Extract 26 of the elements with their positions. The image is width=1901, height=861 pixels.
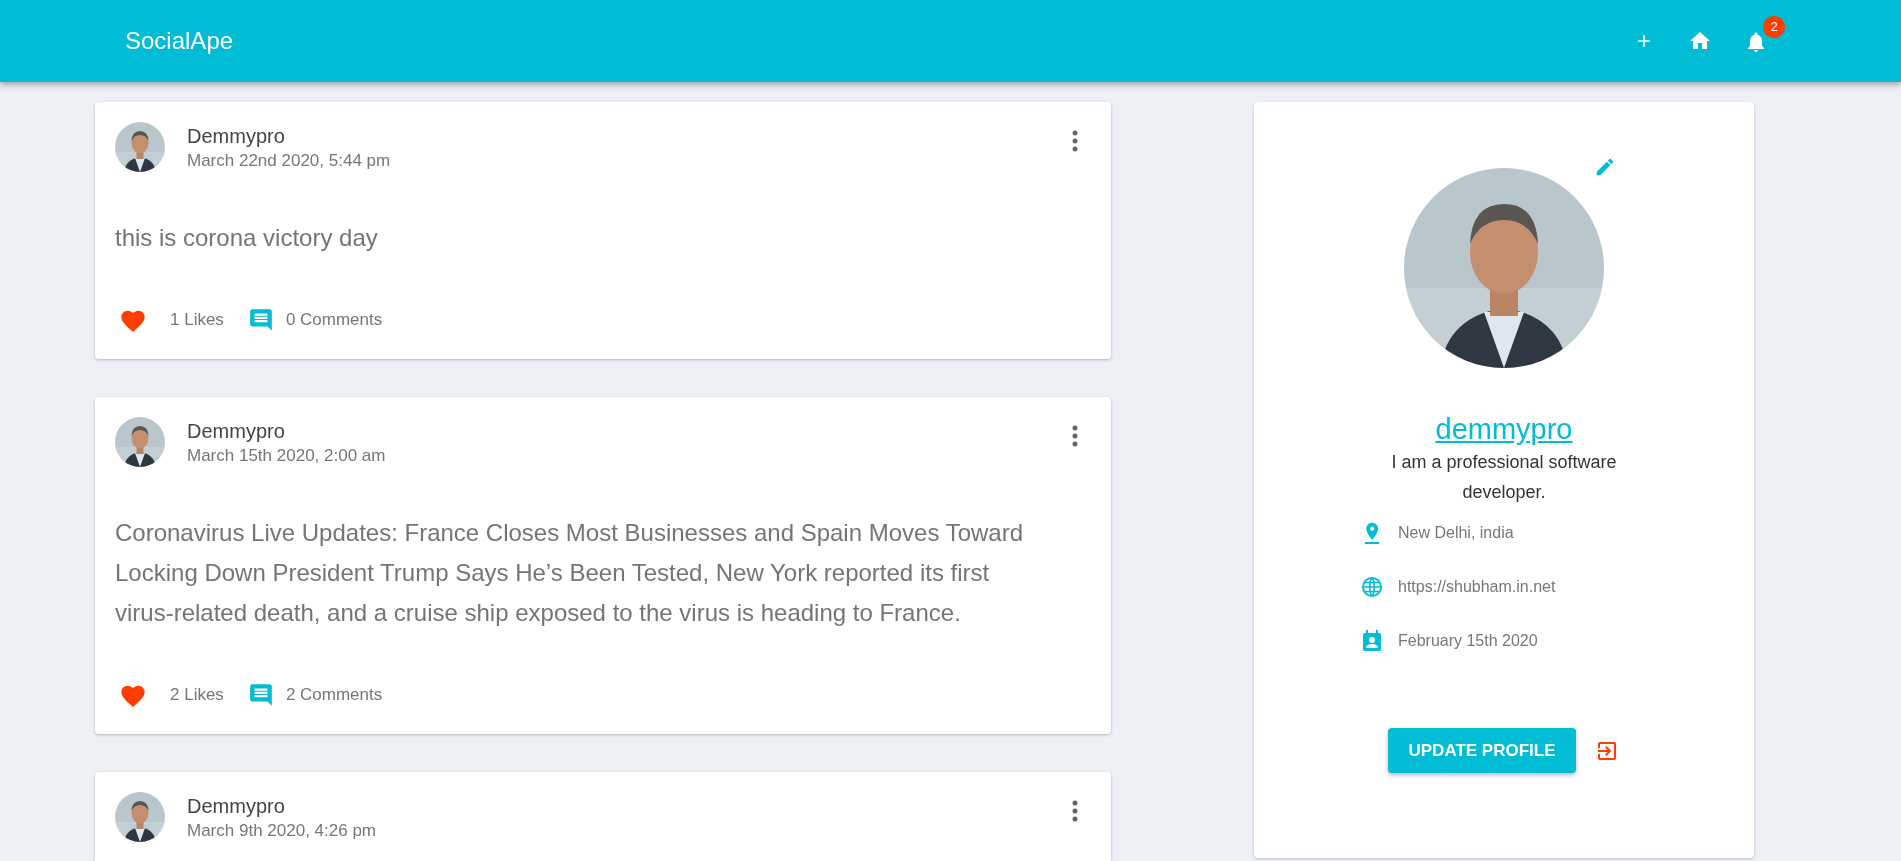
post-text: Coronavirus Live Updates: France Closes Most Businesses and Spain Moves Toward Locking Down President Trump Says He’s Been Tested, New York reported its first virus-related death, and a cruise ship exposed to the virus is heading to France. (115, 518, 1024, 628)
pencil-icon (1594, 156, 1616, 178)
comment-icon (247, 307, 274, 333)
comments-count: 2 Comments (285, 684, 383, 707)
comment-icon (247, 682, 274, 708)
likes-count: 1 Likes (170, 309, 224, 332)
profile-detail: New Delhi, india (1398, 523, 1514, 543)
more-icon (1072, 130, 1078, 152)
notification-badge: 2 (1763, 16, 1785, 38)
author-name[interactable]: Demmypro (187, 418, 386, 444)
profile-detail[interactable]: https://shubham.in.net (1398, 575, 1556, 599)
post-date: March 22nd 2020, 5:44 pm (187, 150, 391, 172)
author-name[interactable]: Demmypro (187, 793, 376, 819)
post-date: March 9th 2020, 4:26 pm (187, 820, 376, 842)
profile-detail: February 15th 2020 (1398, 631, 1538, 651)
author-name[interactable]: Demmypro (187, 123, 391, 149)
post-date: March 15th 2020, 2:00 am (187, 445, 386, 467)
more-icon (1072, 425, 1078, 447)
more-icon (1072, 800, 1078, 822)
post-text: this is corona victory day (115, 223, 379, 253)
notifications-button[interactable]: 2 (1741, 16, 1785, 58)
globe-icon (1360, 575, 1384, 599)
calendar-icon (1360, 629, 1384, 653)
profile-bio: I am a professional software developer. (1390, 451, 1618, 504)
comments-count: 0 Comments (285, 309, 383, 332)
likes-count: 2 Likes (170, 684, 224, 707)
